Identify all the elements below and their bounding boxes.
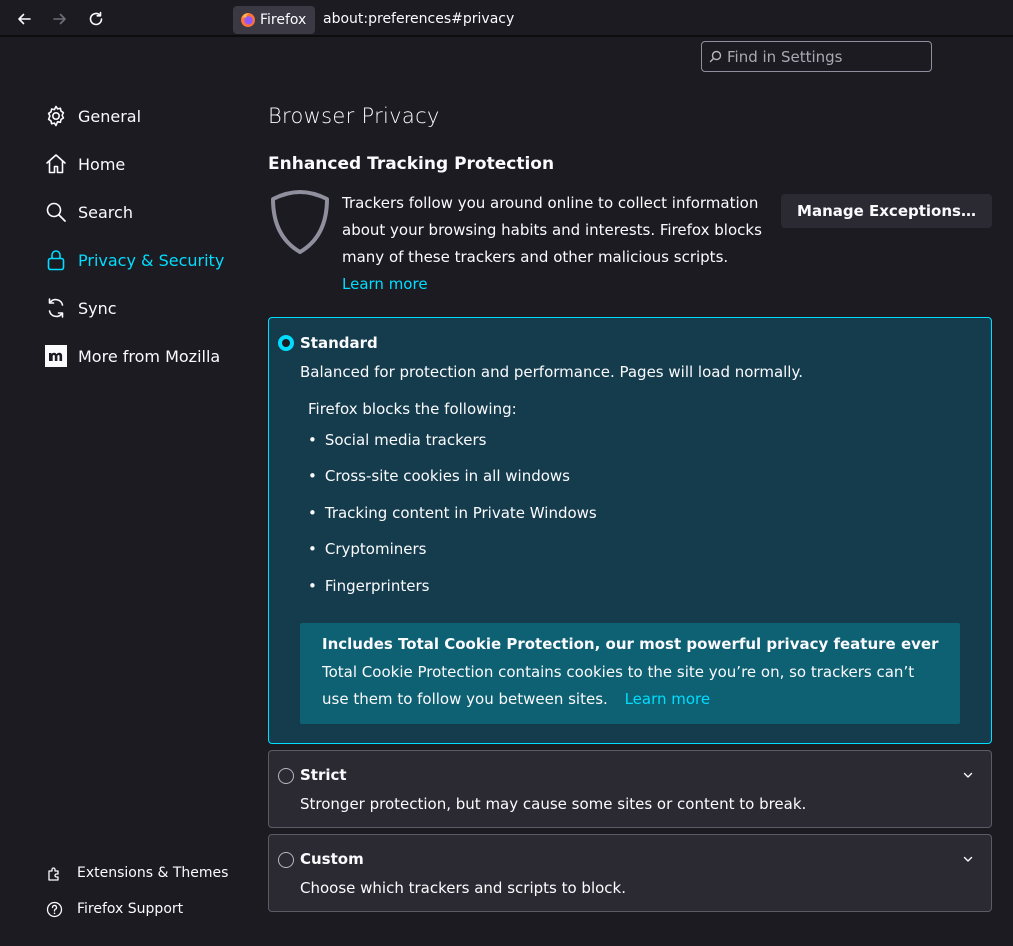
sidebar-item-mozilla[interactable]: More from Mozilla xyxy=(44,341,220,371)
help-icon xyxy=(46,901,63,917)
gear-icon xyxy=(47,105,65,127)
back-arrow-icon xyxy=(18,13,31,25)
sidebar-item-extensions[interactable]: Extensions & Themes xyxy=(46,862,228,884)
list-item: • Fingerprinters xyxy=(308,577,430,595)
sidebar-item-label: Sync xyxy=(78,298,117,318)
tcp-body: Total Cookie Protection contains cookies… xyxy=(322,663,915,708)
search-icon xyxy=(46,202,66,222)
search-icon xyxy=(709,50,722,63)
url-bar[interactable]: about:preferences#privacy xyxy=(323,11,514,27)
chevron-down-icon[interactable] xyxy=(961,768,975,782)
sidebar-item-general[interactable]: General xyxy=(44,101,141,131)
custom-radio[interactable] xyxy=(278,852,294,868)
puzzle-icon xyxy=(48,866,59,881)
sidebar-item-search[interactable]: Search xyxy=(44,197,133,227)
list-item: • Cross-site cookies in all windows xyxy=(308,467,570,485)
total-cookie-protection-box: Includes Total Cookie Protection, our mo… xyxy=(300,623,960,724)
browser-toolbar: Firefox about:preferences#privacy xyxy=(0,0,1013,37)
tcp-body-block: Total Cookie Protection contains cookies… xyxy=(322,659,942,713)
strict-label: Strict xyxy=(300,766,347,784)
chevron-down-icon[interactable] xyxy=(961,852,975,866)
sidebar-item-label: More from Mozilla xyxy=(78,346,221,366)
etp-learn-more-link[interactable]: Learn more xyxy=(342,275,428,293)
standard-label: Standard xyxy=(300,334,378,352)
lock-icon xyxy=(47,250,65,271)
sidebar-item-support[interactable]: Firefox Support xyxy=(46,898,183,920)
page-title: Browser Privacy xyxy=(268,104,440,128)
standard-option-card[interactable]: Standard Balanced for protection and per… xyxy=(268,317,992,744)
sidebar-item-label: Firefox Support xyxy=(77,901,184,917)
sidebar-item-privacy[interactable]: Privacy & Security xyxy=(44,245,224,275)
standard-radio[interactable] xyxy=(278,335,294,351)
identity-box[interactable]: Firefox xyxy=(233,6,315,34)
standard-description: Balanced for protection and performance.… xyxy=(300,363,803,381)
list-item: • Social media trackers xyxy=(308,431,487,449)
shield-icon xyxy=(271,190,329,254)
search-input[interactable] xyxy=(727,47,927,66)
sidebar-item-label: General xyxy=(78,106,142,126)
sidebar-item-label: Extensions & Themes xyxy=(77,865,229,881)
sidebar-item-home[interactable]: Home xyxy=(44,149,125,179)
custom-label: Custom xyxy=(300,850,364,868)
home-icon xyxy=(46,154,66,174)
reload-icon xyxy=(89,11,103,26)
reload-button[interactable] xyxy=(83,6,109,32)
strict-option-card[interactable]: Strict Stronger protection, but may caus… xyxy=(268,750,992,828)
identity-label: Firefox xyxy=(260,12,307,28)
manage-exceptions-button[interactable]: Manage Exceptions… xyxy=(781,194,992,228)
firefox-logo-icon xyxy=(241,13,255,27)
tcp-learn-more-link[interactable]: Learn more xyxy=(625,690,711,708)
mozilla-icon xyxy=(45,345,67,367)
strict-radio[interactable] xyxy=(278,768,294,784)
custom-option-card[interactable]: Custom Choose which trackers and scripts… xyxy=(268,834,992,912)
list-item: • Tracking content in Private Windows xyxy=(308,504,597,522)
strict-description: Stronger protection, but may cause some … xyxy=(300,795,807,813)
sidebar-item-sync[interactable]: Sync xyxy=(44,293,117,323)
sidebar-item-label: Privacy & Security xyxy=(78,250,225,270)
etp-description-block: Trackers follow you around online to col… xyxy=(342,190,772,298)
sidebar-item-label: Search xyxy=(78,202,133,222)
forward-arrow-icon xyxy=(53,13,66,25)
tcp-title: Includes Total Cookie Protection, our mo… xyxy=(322,635,939,653)
etp-title: Enhanced Tracking Protection xyxy=(268,154,555,174)
sidebar-item-label: Home xyxy=(78,154,126,174)
forward-button[interactable] xyxy=(47,6,73,32)
list-item: • Cryptominers xyxy=(308,540,427,558)
blocks-label: Firefox blocks the following: xyxy=(308,400,517,418)
find-in-settings[interactable] xyxy=(701,41,932,72)
custom-description: Choose which trackers and scripts to blo… xyxy=(300,879,626,897)
back-button[interactable] xyxy=(11,6,37,32)
sync-icon xyxy=(48,298,64,318)
etp-description: Trackers follow you around online to col… xyxy=(342,194,762,266)
